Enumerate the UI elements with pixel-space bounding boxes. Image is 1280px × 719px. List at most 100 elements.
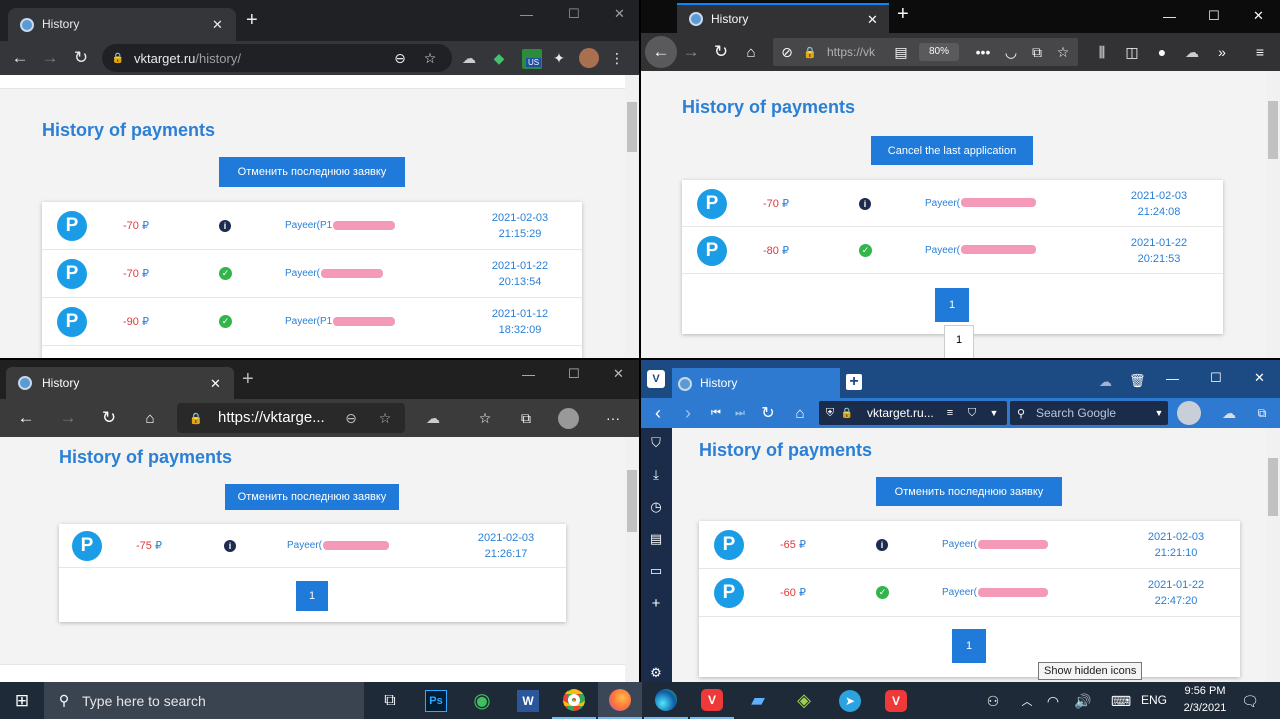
- show-hidden-icons-chevron[interactable]: ︿: [1018, 692, 1036, 710]
- pocket-icon[interactable]: ◡: [1003, 44, 1019, 60]
- bluestacks-icon[interactable]: ◈: [782, 682, 826, 719]
- page-actions-icon[interactable]: •••: [975, 44, 991, 60]
- colorful-extension-icon[interactable]: ◆: [490, 49, 508, 67]
- cloud-extension-icon[interactable]: ☁: [424, 409, 442, 427]
- vivaldi-tab[interactable]: History: [672, 368, 840, 398]
- sidebar-icon[interactable]: ◫: [1123, 43, 1141, 61]
- word-icon[interactable]: W: [506, 682, 550, 719]
- new-tab-button[interactable]: +: [846, 374, 862, 390]
- notes-panel-icon[interactable]: ▤: [647, 530, 665, 548]
- back-icon[interactable]: ←: [16, 408, 36, 428]
- page-1-button[interactable]: 1: [952, 629, 986, 663]
- bookmarks-panel-icon[interactable]: ⛉: [647, 434, 665, 452]
- notification-center-icon[interactable]: 🗨: [1240, 691, 1260, 711]
- tracking-protection-icon[interactable]: ⊘: [779, 44, 795, 60]
- minimize-button[interactable]: —: [522, 368, 535, 381]
- overflow-icon[interactable]: »: [1213, 43, 1231, 61]
- translate-icon[interactable]: ⧉: [1029, 44, 1045, 60]
- scroll-thumb[interactable]: [1268, 101, 1278, 159]
- firefox-tab[interactable]: History ✕: [677, 3, 889, 33]
- clock-date[interactable]: 2/3/2021: [1174, 702, 1236, 714]
- address-bar[interactable]: ⛨ 🔒 vktarget.ru... ≡ ⛉ ▼: [819, 401, 1007, 425]
- people-icon[interactable]: ⚇: [984, 692, 1002, 710]
- vivaldi-taskbar-icon[interactable]: V: [690, 682, 734, 719]
- chrome-tab[interactable]: History ✕: [8, 8, 236, 41]
- menu-dots-icon[interactable]: ···: [604, 409, 622, 427]
- maximize-button[interactable]: ☐: [568, 367, 580, 380]
- cancel-last-application-button[interactable]: Cancel the last application: [871, 136, 1033, 165]
- scroll-thumb[interactable]: [627, 470, 637, 532]
- cancel-last-request-button[interactable]: Отменить последнюю заявку: [876, 477, 1062, 506]
- chrome-taskbar-icon[interactable]: [552, 682, 596, 719]
- home-icon[interactable]: ⌂: [791, 403, 809, 423]
- favorites-icon[interactable]: ☆: [476, 409, 494, 427]
- home-icon[interactable]: ⌂: [140, 408, 160, 428]
- wifi-icon[interactable]: ◠: [1044, 692, 1062, 710]
- add-panel-icon[interactable]: +: [647, 594, 665, 612]
- language-indicator[interactable]: ENG: [1141, 693, 1167, 707]
- address-bar[interactable]: ⊘ 🔒 https://vk ▤ 80% ••• ◡ ⧉ ☆: [773, 38, 1078, 66]
- maximize-button[interactable]: ☐: [1208, 9, 1220, 22]
- reload-icon[interactable]: ↻: [759, 403, 777, 423]
- close-tab-icon[interactable]: ✕: [212, 18, 223, 31]
- new-tab-button[interactable]: +: [897, 4, 909, 24]
- address-bar[interactable]: 🔒 vktarget.ru/history/ ⊖ ☆: [102, 44, 452, 72]
- minimize-button[interactable]: —: [1163, 10, 1176, 23]
- cloud-extension-icon[interactable]: ☁: [1220, 403, 1238, 423]
- library-icon[interactable]: ⫼: [1093, 43, 1111, 61]
- vivaldi-taskbar-icon-2[interactable]: V: [874, 682, 918, 719]
- rewind-icon[interactable]: ⏮: [707, 403, 725, 423]
- search-engine-dropdown-icon[interactable]: ▼: [1152, 405, 1166, 421]
- dropdown-icon[interactable]: ▼: [987, 405, 1001, 421]
- fast-forward-icon[interactable]: ⏭: [731, 403, 749, 423]
- photoshop-icon[interactable]: Ps: [414, 682, 458, 719]
- zoom-icon[interactable]: ⊖: [392, 50, 408, 66]
- translate-icon[interactable]: ⧉: [1253, 403, 1271, 423]
- close-tab-icon[interactable]: ✕: [210, 377, 221, 390]
- settings-gear-icon[interactable]: ⚙: [647, 664, 665, 682]
- cloud-sync-icon[interactable]: ☁: [1099, 375, 1112, 388]
- scroll-thumb[interactable]: [627, 102, 637, 152]
- history-panel-icon[interactable]: ◷: [647, 498, 665, 516]
- bookmark-star-icon[interactable]: ☆: [1055, 44, 1071, 60]
- telegram-icon[interactable]: ➤: [828, 682, 872, 719]
- home-icon[interactable]: ⌂: [741, 42, 761, 62]
- reload-icon[interactable]: ↻: [71, 48, 91, 68]
- chrome-scrollbar[interactable]: [625, 75, 639, 358]
- info-status-icon[interactable]: i: [219, 220, 231, 232]
- info-status-icon[interactable]: i: [859, 197, 871, 210]
- forward-icon[interactable]: ›: [679, 403, 697, 423]
- close-window-button[interactable]: ✕: [613, 367, 624, 380]
- vpn-extension-icon[interactable]: US: [522, 49, 542, 69]
- windows-start-icon[interactable]: ⊞: [0, 682, 44, 719]
- zoom-level[interactable]: 80%: [919, 43, 959, 61]
- address-bar[interactable]: 🔒 https://vktarge... ⊖ ☆: [177, 403, 405, 433]
- maximize-button[interactable]: ☐: [1210, 371, 1222, 384]
- profile-avatar[interactable]: [558, 408, 579, 429]
- collections-icon[interactable]: ⧉: [517, 409, 535, 427]
- reload-icon[interactable]: ↻: [99, 408, 119, 428]
- edge-scrollbar[interactable]: [625, 437, 639, 682]
- page-1-button[interactable]: 1: [935, 288, 969, 322]
- maximize-button[interactable]: ☐: [568, 7, 580, 20]
- zoom-icon[interactable]: ⊖: [343, 410, 359, 426]
- close-window-button[interactable]: ✕: [1254, 371, 1265, 384]
- close-window-button[interactable]: ✕: [1253, 9, 1264, 22]
- new-tab-button[interactable]: +: [242, 369, 254, 389]
- edge-taskbar-icon[interactable]: [644, 682, 688, 719]
- clock-time[interactable]: 9:56 PM: [1178, 685, 1232, 697]
- bookmark-star-icon[interactable]: ☆: [422, 50, 438, 66]
- minimize-button[interactable]: —: [520, 8, 533, 21]
- favorite-star-icon[interactable]: ☆: [377, 410, 393, 426]
- back-icon[interactable]: ←: [10, 48, 30, 68]
- vivaldi-menu-button[interactable]: V: [647, 370, 665, 388]
- bookmark-icon[interactable]: ⛉: [965, 405, 979, 421]
- reader-view-icon[interactable]: ≡: [943, 405, 957, 421]
- shield-icon[interactable]: ⛨: [823, 405, 837, 421]
- cancel-last-request-button[interactable]: Отменить последнюю заявку: [219, 157, 405, 187]
- forward-icon[interactable]: →: [681, 42, 701, 62]
- extensions-puzzle-icon[interactable]: ✦: [550, 49, 568, 67]
- edge-tab[interactable]: History ✕: [6, 367, 234, 399]
- close-window-button[interactable]: ✕: [614, 7, 625, 20]
- scroll-thumb[interactable]: [1268, 458, 1278, 516]
